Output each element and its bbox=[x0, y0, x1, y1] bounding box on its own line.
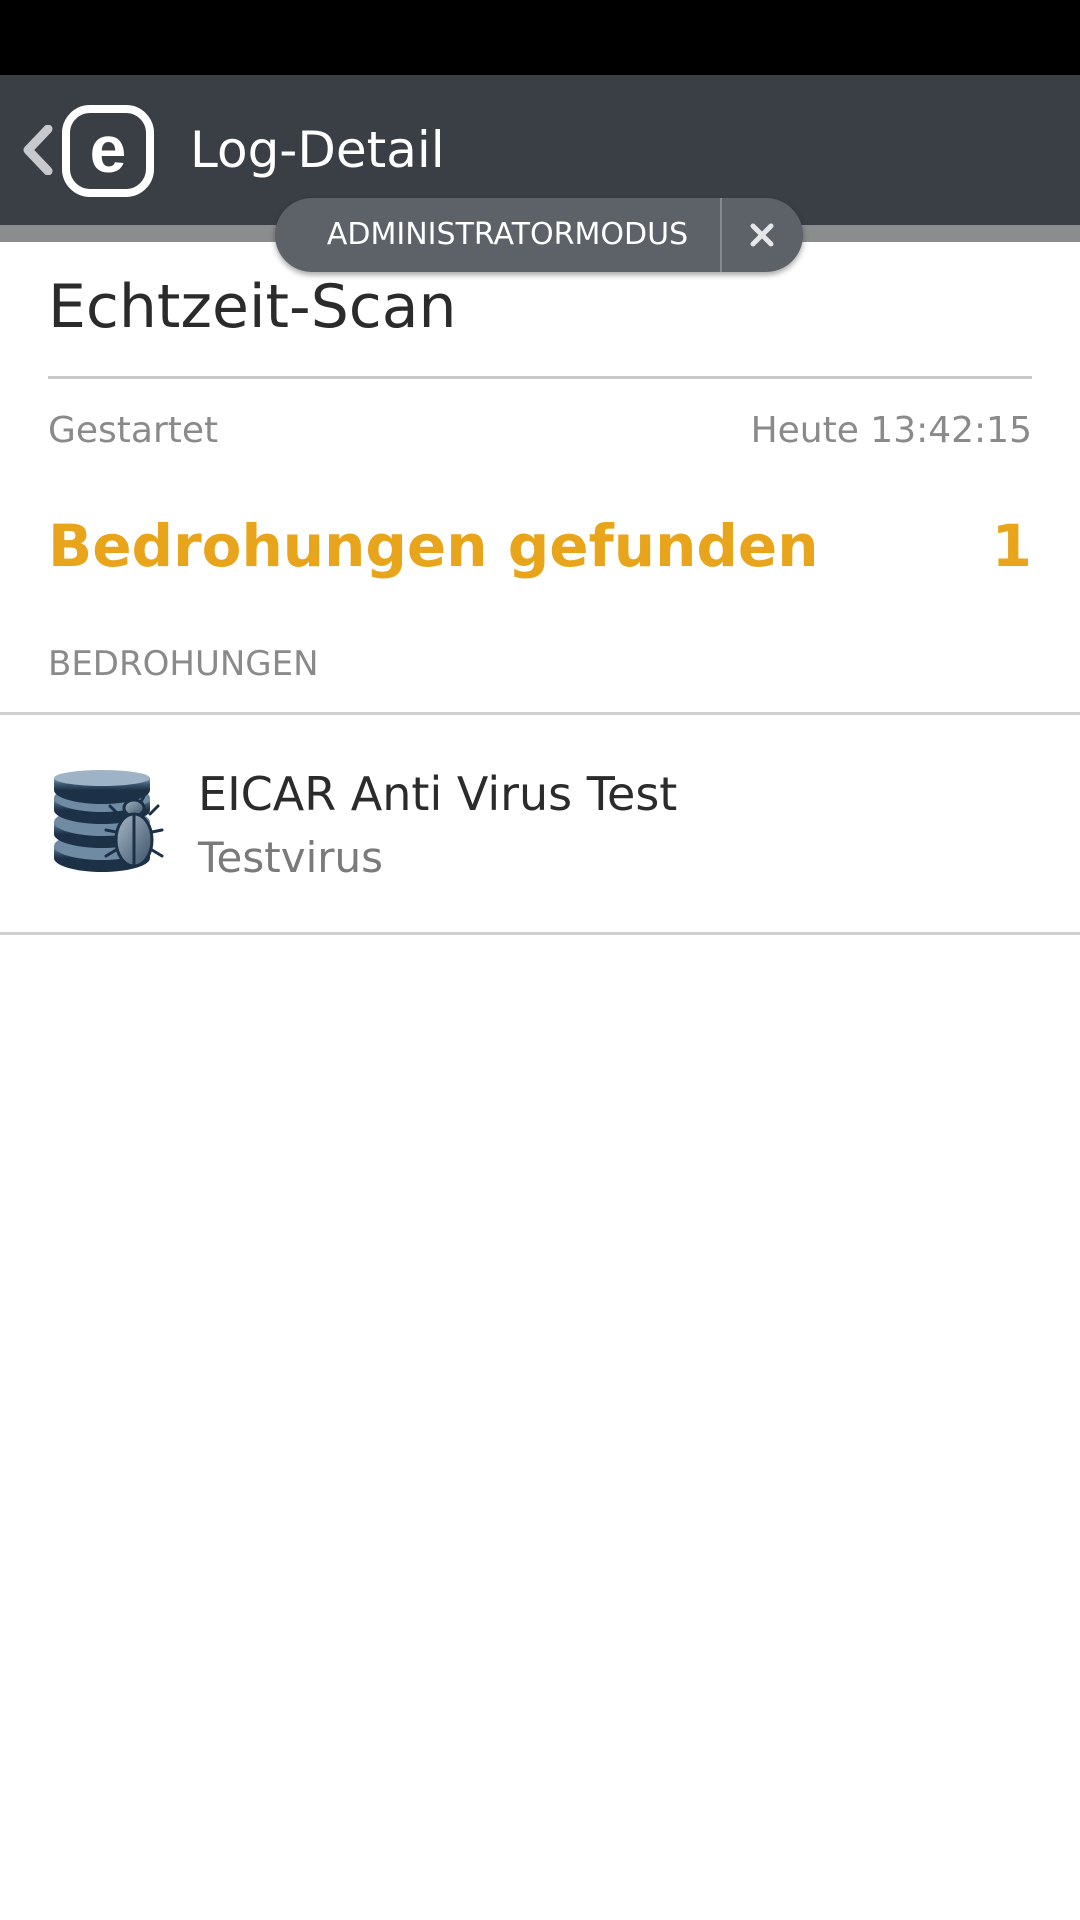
status-bar bbox=[0, 0, 1080, 75]
threats-found-label: Bedrohungen gefunden bbox=[48, 512, 819, 580]
title-divider bbox=[48, 376, 1032, 379]
admin-mode-banner: ADMINISTRATORMODUS bbox=[275, 198, 803, 272]
threats-section-header: BEDROHUNGEN bbox=[48, 644, 319, 684]
close-icon bbox=[750, 223, 774, 247]
admin-mode-close-button[interactable] bbox=[722, 198, 803, 272]
started-value: Heute 13:42:15 bbox=[750, 410, 1032, 451]
logo-letter: e bbox=[90, 112, 127, 186]
threat-list-item[interactable]: EICAR Anti Virus Test Testvirus bbox=[0, 715, 1080, 932]
back-button[interactable]: e bbox=[0, 75, 170, 225]
row-divider bbox=[0, 932, 1080, 935]
threat-name: EICAR Anti Virus Test bbox=[198, 767, 678, 821]
threats-found-count: 1 bbox=[991, 512, 1032, 580]
started-label: Gestartet bbox=[48, 410, 219, 451]
scan-title: Echtzeit-Scan bbox=[48, 272, 457, 342]
chevron-left-icon bbox=[23, 125, 53, 175]
virus-database-bug-icon bbox=[54, 770, 164, 872]
admin-mode-label[interactable]: ADMINISTRATORMODUS bbox=[275, 198, 720, 272]
threat-type: Testvirus bbox=[198, 833, 384, 882]
eset-logo-icon: e bbox=[62, 105, 154, 197]
